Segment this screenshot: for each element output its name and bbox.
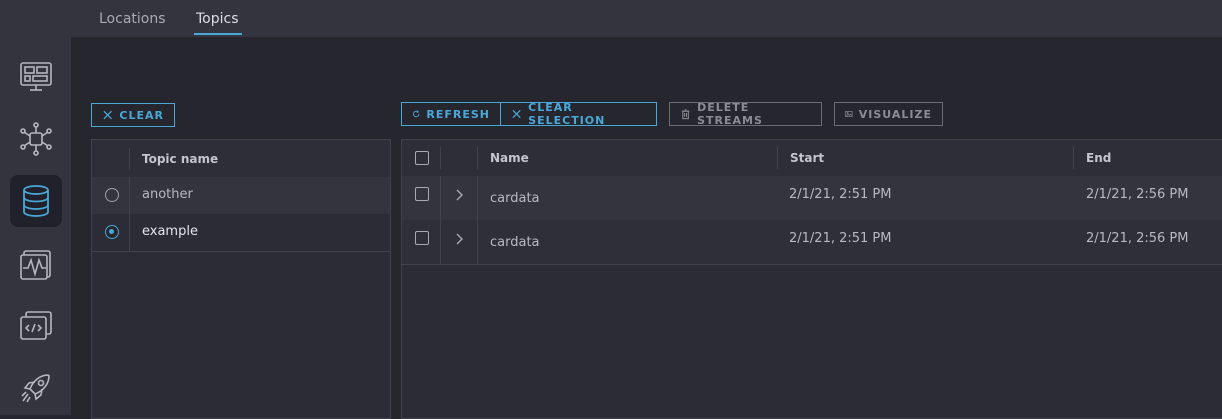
- column-divider: [477, 176, 478, 220]
- topic-radio-selected[interactable]: [105, 225, 119, 239]
- topic-row[interactable]: example: [92, 214, 390, 252]
- close-icon: [103, 110, 112, 120]
- column-divider: [440, 147, 441, 169]
- stream-row[interactable]: cardata 2/1/21, 2:51 PM 2/1/21, 2:56 PM: [402, 176, 1222, 221]
- name-column-header[interactable]: Name: [490, 151, 529, 165]
- refresh-icon: [413, 110, 420, 118]
- tab-bar: Locations Topics: [71, 0, 1222, 37]
- column-divider: [1073, 147, 1074, 169]
- column-divider: [129, 214, 130, 251]
- clear-selection-label: CLEAR SELECTION: [528, 101, 606, 127]
- stream-start: 2/1/21, 2:51 PM: [789, 187, 892, 202]
- column-divider: [477, 147, 478, 169]
- column-divider: [129, 177, 130, 214]
- database-icon: [23, 185, 49, 217]
- clear-topics-button[interactable]: CLEAR: [91, 103, 175, 127]
- streams-table: Name Start End cardata 2/1/21, 2:51 PM 2…: [401, 139, 1222, 419]
- delete-streams-label: DELETE STREAMS: [697, 101, 763, 127]
- visualize-label: VISUALIZE: [858, 107, 932, 121]
- dashboard-icon: [20, 62, 52, 91]
- chevron-right-icon[interactable]: [453, 188, 465, 202]
- column-divider: [440, 176, 441, 220]
- topic-name: example: [142, 224, 198, 239]
- sidebar-item-dashboard[interactable]: [10, 50, 62, 102]
- tab-locations[interactable]: Locations: [99, 11, 166, 27]
- end-column-header[interactable]: End: [1086, 151, 1111, 165]
- stream-row[interactable]: cardata 2/1/21, 2:51 PM 2/1/21, 2:56 PM: [402, 220, 1222, 265]
- image-icon: [845, 111, 853, 117]
- trash-icon: [681, 109, 690, 120]
- waveform-icon: [20, 250, 51, 280]
- tab-topics[interactable]: Topics: [196, 11, 239, 27]
- streams-table-header: Name Start End: [402, 140, 1222, 177]
- stream-end: 2/1/21, 2:56 PM: [1086, 231, 1189, 246]
- column-divider: [440, 220, 441, 264]
- topic-radio[interactable]: [105, 188, 119, 202]
- sidebar-item-waveform[interactable]: [10, 238, 62, 290]
- sidebar-item-hub[interactable]: [10, 113, 62, 165]
- clear-selection-button[interactable]: CLEAR SELECTION: [500, 101, 657, 127]
- refresh-label: REFRESH: [426, 107, 490, 121]
- topics-table: Topic name another example: [91, 139, 391, 419]
- column-divider: [129, 148, 130, 170]
- topic-row[interactable]: another: [92, 177, 390, 215]
- close-icon: [512, 109, 521, 119]
- column-divider: [777, 147, 778, 169]
- clear-topics-label: CLEAR: [119, 108, 164, 122]
- sidebar-item-code[interactable]: [10, 300, 62, 352]
- chevron-right-icon[interactable]: [453, 232, 465, 246]
- visualize-button[interactable]: VISUALIZE: [834, 102, 943, 126]
- stream-name: cardata: [490, 191, 540, 206]
- code-icon: [20, 311, 52, 340]
- active-tab-indicator: [194, 33, 242, 35]
- stream-end: 2/1/21, 2:56 PM: [1086, 187, 1189, 202]
- rocket-icon: [21, 374, 50, 403]
- select-all-checkbox[interactable]: [415, 151, 429, 165]
- topic-name: another: [142, 187, 193, 202]
- sidebar-item-database[interactable]: [10, 175, 62, 227]
- hub-icon: [20, 122, 52, 156]
- row-checkbox[interactable]: [415, 187, 429, 201]
- refresh-button[interactable]: REFRESH: [401, 102, 501, 126]
- stream-start: 2/1/21, 2:51 PM: [789, 231, 892, 246]
- topic-name-header: Topic name: [142, 152, 219, 166]
- row-checkbox[interactable]: [415, 231, 429, 245]
- stream-name: cardata: [490, 235, 540, 250]
- topics-table-header: Topic name: [92, 140, 390, 178]
- start-column-header[interactable]: Start: [790, 151, 824, 165]
- delete-streams-button[interactable]: DELETE STREAMS: [669, 101, 822, 127]
- column-divider: [477, 220, 478, 264]
- sidebar: [0, 0, 71, 415]
- sidebar-item-deploy[interactable]: [10, 362, 62, 414]
